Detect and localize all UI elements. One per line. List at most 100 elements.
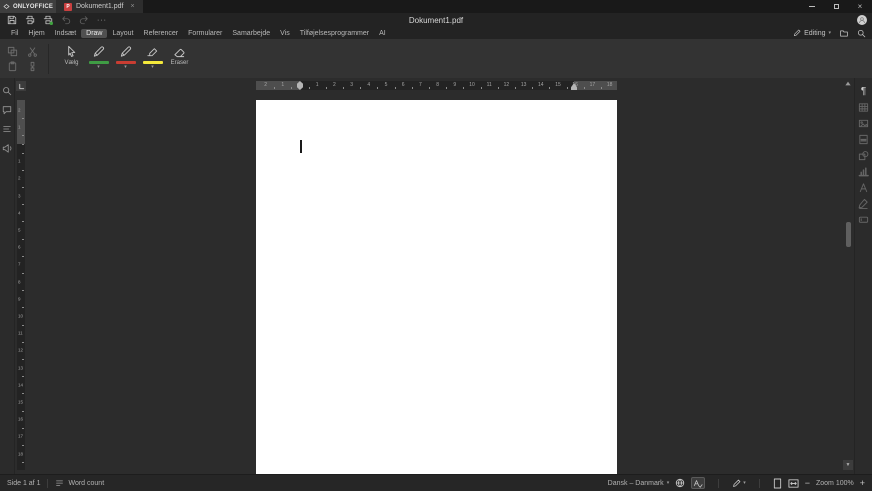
tab-vis[interactable]: Vis	[275, 29, 295, 38]
sidebar-feedback-button[interactable]	[2, 143, 12, 153]
app-menu-button[interactable]: ONLYOFFICE	[0, 0, 56, 13]
vertical-ruler-mark: 17	[18, 434, 23, 439]
pen-red-dropdown-icon[interactable]: ▾	[124, 64, 127, 70]
horizontal-ruler-mark	[463, 87, 464, 89]
select-tool[interactable]: Vælg	[58, 44, 85, 66]
tab-stop-selector[interactable]	[16, 81, 26, 91]
statusbar-divider	[47, 479, 48, 488]
tab-samarbejde[interactable]: Samarbejde	[227, 29, 275, 38]
page-number-indicator[interactable]: Side 1 af 1	[7, 480, 40, 487]
vertical-ruler-mark	[22, 118, 24, 119]
fit-page-icon	[773, 478, 782, 489]
copy-button[interactable]	[7, 46, 19, 58]
open-file-location-button[interactable]	[839, 29, 849, 38]
signature-settings-button[interactable]	[857, 197, 870, 210]
megaphone-icon	[2, 143, 12, 153]
sidebar-search-button[interactable]	[2, 86, 12, 96]
print-button[interactable]	[25, 15, 35, 25]
undo-icon	[61, 15, 71, 25]
search-button[interactable]	[857, 29, 866, 38]
undo-button[interactable]	[61, 15, 71, 25]
tab-hjem[interactable]: Hjem	[23, 29, 49, 38]
sidebar-navigation-button[interactable]	[2, 124, 12, 134]
pen-red-tool[interactable]: ▾	[112, 44, 139, 70]
vertical-ruler-mark: 14	[18, 382, 23, 387]
image-settings-button[interactable]	[857, 117, 870, 130]
form-settings-button[interactable]	[857, 213, 870, 226]
spell-check-toggle[interactable]	[691, 477, 705, 489]
horizontal-ruler-mark: 14	[538, 82, 544, 89]
quick-print-button[interactable]	[43, 15, 53, 25]
tab-ai[interactable]: AI	[374, 29, 391, 38]
copy-icon	[7, 46, 18, 57]
fit-width-button[interactable]	[788, 478, 799, 489]
cut-button[interactable]	[27, 46, 39, 58]
tab-referencer[interactable]: Referencer	[139, 29, 184, 38]
vertical-ruler-mark	[22, 290, 24, 291]
horizontal-ruler-mark	[515, 87, 516, 89]
language-selector[interactable]: Dansk – Danmark ▾	[608, 480, 670, 487]
zoom-out-button[interactable]: −	[805, 478, 810, 488]
tab-layout[interactable]: Layout	[107, 29, 138, 38]
paragraph-settings-button[interactable]: ¶	[857, 85, 870, 98]
tab-indsaet[interactable]: Indsæt	[50, 29, 81, 38]
customize-quick-access-button[interactable]: ···	[97, 17, 107, 24]
clipboard-group	[7, 46, 39, 73]
eraser-tool[interactable]: Eraser	[166, 44, 193, 66]
redo-icon	[79, 15, 89, 25]
shape-settings-button[interactable]	[857, 149, 870, 162]
textart-settings-button[interactable]	[857, 181, 870, 194]
scrollbar-up-button[interactable]	[844, 79, 852, 87]
vertical-ruler-mark	[22, 376, 24, 377]
triangle-up-icon	[845, 81, 851, 86]
table-settings-button[interactable]	[857, 101, 870, 114]
scrollbar-down-button[interactable]: ▼	[843, 460, 853, 470]
user-avatar[interactable]	[857, 15, 867, 25]
vertical-ruler-mark: 5	[18, 228, 21, 233]
tab-draw[interactable]: Draw	[81, 29, 107, 38]
document-tab[interactable]: P Dokument1.pdf ×	[56, 0, 143, 13]
highlighter-dropdown-icon[interactable]: ▾	[151, 64, 154, 70]
editing-mode-dropdown[interactable]: Editing ▾	[793, 29, 831, 37]
sidebar-comments-button[interactable]	[2, 105, 12, 115]
fit-page-button[interactable]	[773, 478, 782, 489]
document-language-button[interactable]	[675, 478, 685, 488]
maximize-button[interactable]	[824, 0, 848, 13]
select-tool-label: Vælg	[64, 60, 78, 66]
header-footer-settings-button[interactable]	[857, 133, 870, 146]
horizontal-ruler-mark	[309, 87, 310, 89]
document-page[interactable]	[256, 100, 617, 474]
tab-close-icon[interactable]: ×	[130, 3, 134, 10]
horizontal-ruler-mark: 13	[521, 82, 527, 89]
vertical-ruler-mark: 4	[18, 210, 21, 215]
titlebar: ONLYOFFICE P Dokument1.pdf × ×	[0, 0, 872, 13]
vertical-ruler-mark: 1	[18, 159, 21, 164]
pen-green-dropdown-icon[interactable]: ▾	[97, 64, 100, 70]
tab-formularer[interactable]: Formularer	[183, 29, 227, 38]
ink-tool-dropdown[interactable]: ▾	[732, 479, 746, 488]
horizontal-ruler-mark: 15	[555, 82, 561, 89]
redo-button[interactable]	[79, 15, 89, 25]
draw-toolbar: Vælg ▾ ▾ ▾ Eraser	[0, 39, 872, 78]
paste-button[interactable]	[7, 61, 19, 73]
ruler-left-margin	[256, 81, 300, 90]
horizontal-ruler-mark	[395, 87, 396, 89]
ribbon-tab-bar: Fil Hjem Indsæt Draw Layout Referencer F…	[0, 27, 872, 39]
paragraph-icon: ¶	[861, 85, 866, 98]
statusbar-divider	[718, 479, 719, 488]
zoom-level-indicator[interactable]: Zoom 100%	[816, 480, 854, 487]
minimize-button[interactable]	[800, 0, 824, 13]
tab-tilfoejelsesprogrammer[interactable]: Tilføjelsesprogrammer	[295, 29, 374, 38]
copy-style-button[interactable]	[27, 61, 39, 73]
window-controls: ×	[800, 0, 872, 13]
chart-settings-button[interactable]	[857, 165, 870, 178]
scrollbar-thumb[interactable]	[846, 222, 851, 247]
pen-green-tool[interactable]: ▾	[85, 44, 112, 70]
vertical-ruler-mark	[22, 325, 24, 326]
tab-fil[interactable]: Fil	[6, 29, 23, 38]
highlighter-tool[interactable]: ▾	[139, 44, 166, 70]
close-button[interactable]: ×	[848, 0, 872, 13]
save-button[interactable]	[7, 15, 17, 25]
word-count-button[interactable]: Word count	[55, 479, 104, 488]
zoom-in-button[interactable]: +	[860, 478, 865, 488]
